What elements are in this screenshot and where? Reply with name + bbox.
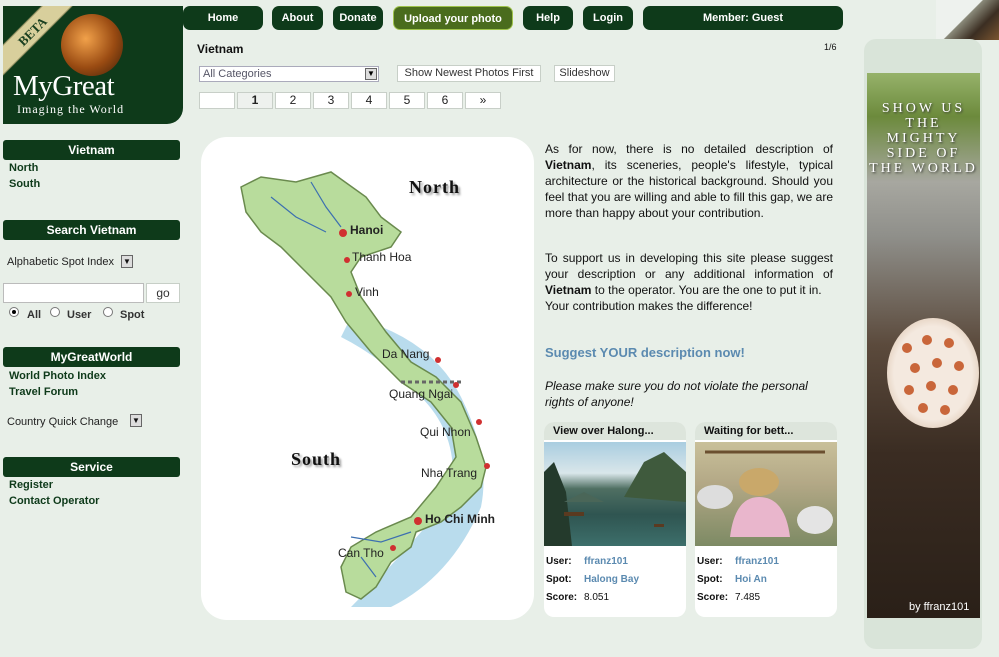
- page-6[interactable]: 6: [427, 92, 463, 109]
- logo-tagline: Imaging the World: [17, 102, 125, 116]
- quick-change-dropdown-icon[interactable]: ▼: [130, 414, 142, 427]
- card-score-value: 7.485: [735, 592, 761, 603]
- slideshow-button[interactable]: Slideshow: [554, 65, 615, 82]
- nav-home[interactable]: Home: [183, 6, 263, 30]
- card-score-label: Score:: [546, 592, 578, 603]
- photo-thumbnail-graphic: [544, 452, 686, 546]
- card-user-label: User:: [697, 556, 723, 567]
- sidebar-service-head: Service: [3, 457, 180, 477]
- card-user-link[interactable]: ffranz101: [584, 556, 628, 567]
- radio-user-label: User: [67, 309, 92, 321]
- category-select-value: All Categories: [203, 68, 272, 80]
- description-paragraph-1: As for now, there is no detailed descrip…: [545, 141, 833, 221]
- map-city-ho-chi-minh[interactable]: Ho Chi Minh: [425, 512, 495, 526]
- card-spot-label: Spot:: [546, 574, 572, 585]
- page-title: Vietnam: [197, 42, 244, 56]
- desc-country: Vietnam: [545, 158, 592, 172]
- map-region-north: North: [409, 177, 460, 197]
- map-city-nha-trang[interactable]: Nha Trang: [421, 466, 477, 480]
- logo-brand: MyGreat: [13, 70, 115, 102]
- sidebar-search-head: Search Vietnam: [3, 220, 180, 240]
- card-score-value: 8.051: [584, 592, 610, 603]
- country-quick-change-label: Country Quick Change: [7, 416, 119, 428]
- spot-index-label: Alphabetic Spot Index: [7, 256, 115, 268]
- page-2[interactable]: 2: [275, 92, 311, 109]
- photo-thumbnail-hoi-an[interactable]: [695, 442, 837, 546]
- map-city-thanh-hoa[interactable]: Thanh Hoa: [352, 250, 411, 264]
- nav-upload-photo[interactable]: Upload your photo: [393, 6, 513, 30]
- desc-text: Your contribution makes the difference!: [545, 299, 753, 313]
- card-spot-link[interactable]: Hoi An: [735, 574, 767, 585]
- radio-all-label: All: [27, 309, 42, 321]
- nav-help[interactable]: Help: [523, 6, 573, 30]
- plate-dots-graphic: [902, 335, 964, 415]
- banner-slogan: SHOW US THE MIGHTY SIDE OF THE WORLD: [869, 101, 978, 176]
- site-logo[interactable]: BETA MyGreat Imaging the World: [3, 6, 183, 124]
- page-prev[interactable]: [199, 92, 235, 109]
- search-input[interactable]: [3, 283, 144, 303]
- page-3[interactable]: 3: [313, 92, 349, 109]
- radio-user[interactable]: [50, 307, 60, 317]
- page-4[interactable]: 4: [351, 92, 387, 109]
- card-user-label: User:: [546, 556, 572, 567]
- map-region-south: South: [291, 449, 342, 469]
- suggest-description-link[interactable]: Suggest YOUR description now!: [545, 345, 745, 360]
- map-city-vinh[interactable]: Vinh: [355, 285, 379, 299]
- globe-icon: [61, 14, 123, 76]
- map-city-quang-ngai[interactable]: Quang Ngai: [389, 387, 453, 401]
- card-spot-link[interactable]: Halong Bay: [584, 574, 639, 585]
- photo-thumbnail-halong[interactable]: [544, 442, 686, 546]
- sidebar-link-register[interactable]: Register: [9, 479, 53, 491]
- side-banner-ad[interactable]: SHOW US THE MIGHTY SIDE OF THE WORLD by …: [867, 73, 980, 618]
- sidebar-link-south[interactable]: South: [9, 178, 40, 190]
- category-select[interactable]: All Categories ▼: [199, 66, 379, 82]
- sidebar-country-head: Vietnam: [3, 140, 180, 160]
- spot-index-dropdown-icon[interactable]: ▼: [121, 255, 133, 268]
- nav-login[interactable]: Login: [583, 6, 633, 30]
- card-spot-label: Spot:: [697, 574, 723, 585]
- radio-spot-label: Spot: [120, 309, 145, 321]
- dropdown-arrow-icon[interactable]: ▼: [365, 68, 377, 80]
- photo-thumbnail-graphic: [697, 450, 833, 537]
- go-button[interactable]: go: [146, 283, 180, 303]
- radio-spot[interactable]: [103, 307, 113, 317]
- map-city-can-tho[interactable]: Can Tho: [338, 546, 384, 560]
- desc-text: To support us in developing this site pl…: [545, 251, 833, 281]
- card-score-label: Score:: [697, 592, 729, 603]
- map-city-qui-nhon[interactable]: Qui Nhon: [420, 425, 471, 439]
- desc-text: to the operator. You are the one to put …: [591, 283, 822, 297]
- member-status: Member: Guest: [643, 6, 843, 30]
- radio-all[interactable]: [9, 307, 19, 317]
- nav-about[interactable]: About: [272, 6, 323, 30]
- page-next[interactable]: »: [465, 92, 501, 109]
- banner-lip-plate: [887, 318, 979, 428]
- corner-photo: [936, 0, 999, 40]
- banner-byline: by ffranz101: [909, 601, 970, 613]
- desc-text: As for now, there is no detailed descrip…: [545, 142, 833, 156]
- map-city-da-nang[interactable]: Da Nang: [382, 347, 429, 361]
- card-user-link[interactable]: ffranz101: [735, 556, 779, 567]
- sidebar-link-travel-forum[interactable]: Travel Forum: [9, 386, 78, 398]
- photo-card-title[interactable]: Waiting for bett...: [695, 422, 837, 440]
- sidebar-link-world-index[interactable]: World Photo Index: [9, 370, 106, 382]
- sidebar-link-contact[interactable]: Contact Operator: [9, 495, 99, 507]
- rights-warning: Please make sure you do not violate the …: [545, 379, 808, 409]
- desc-country: Vietnam: [545, 283, 592, 297]
- vietnam-map[interactable]: North South Hanoi Thanh Hoa Vinh Da Nang…: [201, 137, 534, 620]
- sidebar-link-north[interactable]: North: [9, 162, 38, 174]
- photo-card[interactable]: View over Halong... User: ffranz101 Spot…: [544, 422, 686, 617]
- page-indicator: 1/6: [824, 42, 837, 52]
- map-city-hanoi[interactable]: Hanoi: [350, 223, 383, 237]
- photo-card[interactable]: Waiting for bett... User: ffranz101 Spot…: [695, 422, 837, 617]
- nav-donate[interactable]: Donate: [333, 6, 383, 30]
- page-1[interactable]: 1: [237, 92, 273, 109]
- description-paragraph-2: To support us in developing this site pl…: [545, 250, 833, 314]
- page-5[interactable]: 5: [389, 92, 425, 109]
- show-newest-button[interactable]: Show Newest Photos First: [397, 65, 541, 82]
- photo-card-title[interactable]: View over Halong...: [544, 422, 686, 440]
- sidebar-world-head: MyGreatWorld: [3, 347, 180, 367]
